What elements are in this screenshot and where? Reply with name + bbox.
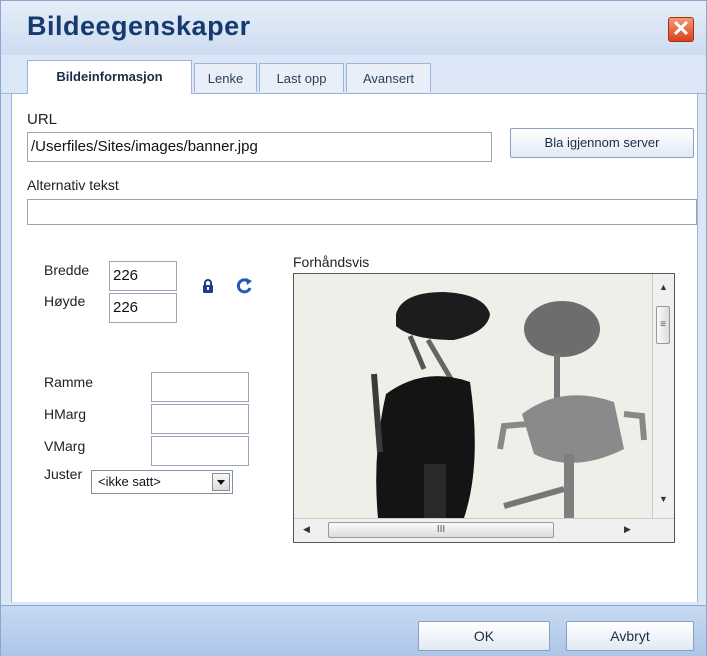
- cancel-button[interactable]: Avbryt: [566, 621, 694, 651]
- height-label: Høyde: [44, 293, 86, 309]
- preview-label: Forhåndsvis: [293, 254, 370, 270]
- scroll-down-icon[interactable]: ▼: [659, 494, 668, 504]
- ok-button[interactable]: OK: [418, 621, 550, 651]
- chair-image: [294, 274, 652, 518]
- scroll-thumb-horizontal[interactable]: III: [328, 522, 554, 538]
- tab-advanced[interactable]: Avansert: [346, 63, 431, 92]
- vspace-input[interactable]: [151, 436, 249, 466]
- reset-size-icon[interactable]: [235, 277, 253, 295]
- preview-frame: ▲ ≡ ▼ ◀ III ▶: [293, 273, 675, 543]
- width-label: Bredde: [44, 262, 90, 278]
- height-input[interactable]: 226: [109, 293, 177, 323]
- width-input[interactable]: 226: [109, 261, 177, 291]
- scroll-left-icon[interactable]: ◀: [303, 524, 310, 535]
- hspace-label: HMarg: [44, 406, 87, 422]
- dialog-footer: OK Avbryt: [1, 605, 706, 656]
- align-select[interactable]: <ikke satt>: [91, 470, 233, 494]
- dialog-title: Bildeegenskaper: [27, 11, 251, 41]
- border-input[interactable]: [151, 372, 249, 402]
- url-label: URL: [27, 111, 58, 128]
- align-select-value: <ikke satt>: [98, 474, 161, 489]
- dialog-titlebar[interactable]: Bildeegenskaper ✕: [1, 1, 706, 55]
- align-label: Juster: [44, 466, 83, 482]
- scroll-thumb-vertical[interactable]: ≡: [656, 306, 670, 344]
- close-icon: ✕: [671, 16, 691, 41]
- url-input[interactable]: /Userfiles/Sites/images/banner.jpg: [27, 132, 492, 162]
- preview-horizontal-scrollbar[interactable]: ◀ III ▶: [294, 518, 674, 542]
- chevron-down-icon[interactable]: [212, 473, 230, 491]
- scroll-right-icon[interactable]: ▶: [624, 524, 631, 535]
- alt-text-input[interactable]: [27, 199, 697, 225]
- preview-vertical-scrollbar[interactable]: ▲ ≡ ▼: [652, 274, 674, 518]
- border-label: Ramme: [44, 374, 94, 390]
- vspace-label: VMarg: [44, 438, 86, 454]
- hspace-input[interactable]: [151, 404, 249, 434]
- lock-icon[interactable]: [201, 278, 215, 294]
- scroll-up-icon[interactable]: ▲: [659, 282, 668, 292]
- image-properties-dialog: Bildeegenskaper ✕ Bildeinformasjon Lenke…: [0, 0, 707, 656]
- tab-image-info[interactable]: Bildeinformasjon: [27, 60, 192, 94]
- alt-text-label: Alternativ tekst: [27, 177, 119, 193]
- browse-server-button[interactable]: Bla igjennom server: [510, 128, 694, 158]
- tab-upload[interactable]: Last opp: [259, 63, 344, 92]
- tab-link[interactable]: Lenke: [194, 63, 257, 92]
- close-button[interactable]: ✕: [668, 17, 694, 42]
